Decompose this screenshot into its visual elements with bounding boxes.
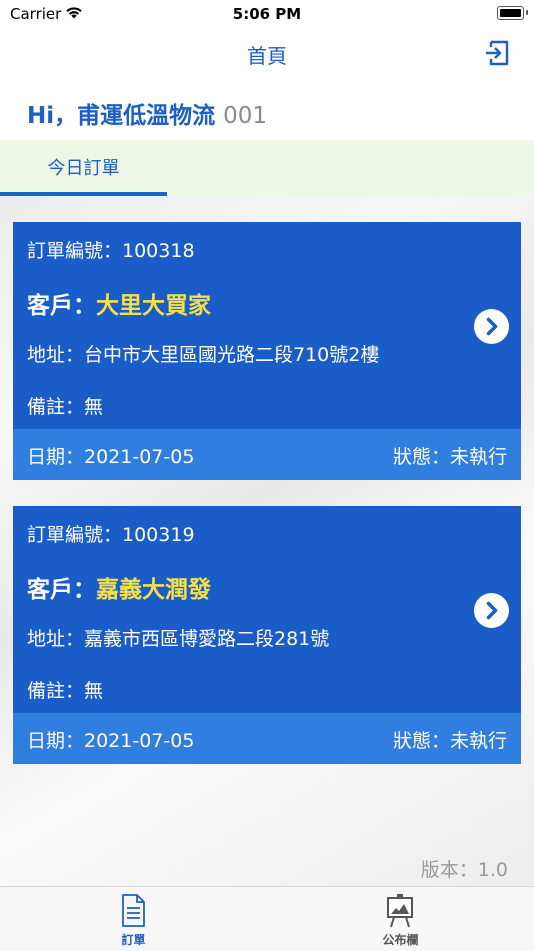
page-title: 首頁 — [247, 44, 287, 68]
bulletin-board-icon — [387, 894, 413, 928]
order-address: 地址：台中市大里區國光路二段710號2樓 — [27, 344, 380, 366]
order-status: 狀態：未執行 — [392, 446, 507, 468]
logout-button[interactable] — [482, 38, 512, 68]
bottom-tab-bar: 訂單 公布欄 — [0, 886, 534, 951]
version-label: 版本：1.0 — [420, 859, 508, 881]
order-status: 狀態：未執行 — [392, 730, 507, 752]
order-footer: 日期：2021-07-05 狀態：未執行 — [13, 713, 521, 764]
tabbar-label-board: 公布欄 — [382, 933, 419, 947]
order-number: 訂單編號：100319 — [27, 524, 195, 546]
tab-label: 今日訂單 — [47, 158, 120, 179]
order-note: 備註：無 — [27, 396, 104, 418]
customer-label: 客戶： — [27, 293, 96, 319]
tabbar-item-orders[interactable]: 訂單 — [0, 887, 267, 951]
order-detail-button[interactable] — [474, 593, 509, 628]
status-bar: Carrier 5:06 PM — [0, 0, 534, 28]
chevron-right-icon — [486, 317, 498, 336]
order-customer: 客戶：大里大買家 — [27, 286, 211, 320]
customer-label: 客戶： — [27, 577, 96, 603]
battery-icon — [497, 6, 528, 20]
order-detail-button[interactable] — [474, 309, 509, 344]
order-number: 訂單編號：100318 — [27, 240, 195, 262]
order-date: 日期：2021-07-05 — [27, 446, 195, 468]
order-date: 日期：2021-07-05 — [27, 730, 195, 752]
document-icon — [122, 894, 145, 927]
customer-name: 嘉義大潤發 — [96, 577, 211, 603]
order-card[interactable]: 訂單編號：100319 客戶：嘉義大潤發 地址：嘉義市西區博愛路二段281號 備… — [13, 506, 521, 764]
clock: 5:06 PM — [232, 5, 302, 23]
tab-today-orders[interactable]: 今日訂單 — [0, 140, 167, 196]
order-card[interactable]: 訂單編號：100318 客戶：大里大買家 地址：台中市大里區國光路二段710號2… — [13, 222, 521, 480]
tabbar-label-orders: 訂單 — [121, 933, 146, 947]
greeting-text: Hi，甫運低溫物流 — [27, 103, 216, 129]
order-address: 地址：嘉義市西區博愛路二段281號 — [27, 628, 330, 650]
greeting: Hi，甫運低溫物流 001 — [27, 96, 267, 130]
order-note: 備註：無 — [27, 680, 104, 702]
logout-icon — [486, 40, 509, 66]
tab-strip: 今日訂單 — [0, 140, 534, 196]
order-customer: 客戶：嘉義大潤發 — [27, 570, 211, 604]
user-id: 001 — [223, 103, 268, 129]
chevron-right-icon — [486, 601, 498, 620]
order-footer: 日期：2021-07-05 狀態：未執行 — [13, 429, 521, 480]
tabbar-item-board[interactable]: 公布欄 — [267, 887, 534, 951]
customer-name: 大里大買家 — [96, 293, 211, 319]
